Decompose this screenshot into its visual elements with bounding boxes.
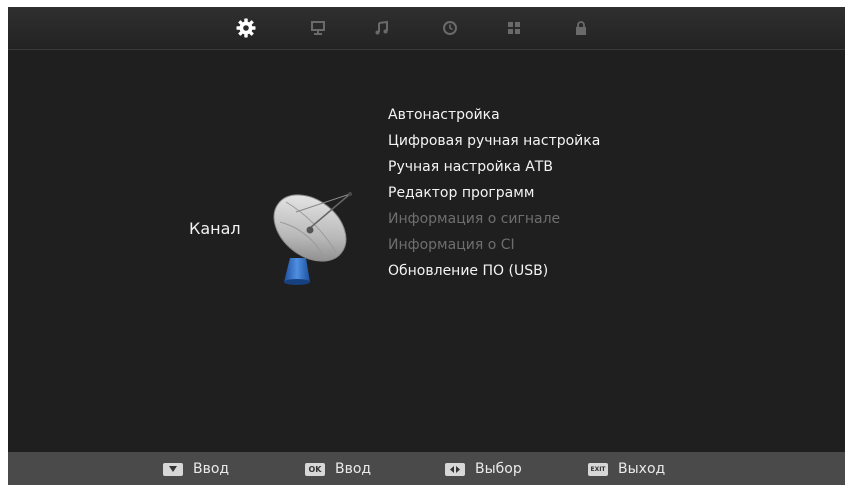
gear-icon xyxy=(236,18,256,38)
tab-time[interactable] xyxy=(438,17,462,39)
monitor-icon xyxy=(311,21,325,35)
channel-settings-menu: Автонастройка Цифровая ручная настройка … xyxy=(388,102,600,284)
tab-options[interactable] xyxy=(502,17,526,39)
tab-sound[interactable] xyxy=(370,17,394,39)
hint-label: Выбор xyxy=(475,461,522,477)
tv-menu-screen: Канал Автонастройка Цифровая ручная наст… xyxy=(8,7,845,485)
hint-label: Выход xyxy=(618,461,666,477)
hint-enter-down: Ввод xyxy=(163,459,229,479)
clock-icon xyxy=(443,21,457,35)
grid-icon xyxy=(508,22,520,34)
hint-label: Ввод xyxy=(193,461,230,477)
tab-settings[interactable] xyxy=(234,17,258,39)
music-note-icon xyxy=(375,20,388,35)
menu-item-digital-manual-tuning[interactable]: Цифровая ручная настройка xyxy=(388,128,600,154)
menu-item-signal-info: Информация о сигнале xyxy=(388,211,561,227)
hint-label: Ввод xyxy=(335,461,372,477)
hint-enter-ok: OK Ввод xyxy=(305,459,371,479)
menu-item-program-editor[interactable]: Редактор программ xyxy=(388,180,600,206)
left-right-key-icon xyxy=(445,462,465,476)
satellite-dish-icon xyxy=(273,192,352,285)
hint-select: Выбор xyxy=(445,459,522,479)
lock-icon xyxy=(576,21,586,35)
category-label: Канал xyxy=(189,219,241,238)
menu-item-atv-manual-tuning[interactable]: Ручная настройка АТВ xyxy=(388,154,600,180)
menu-item-software-update-usb[interactable]: Обновление ПО (USB) xyxy=(388,258,600,284)
key-hints-bar: Ввод OK Ввод Выбор EXIT Выход xyxy=(8,452,845,485)
down-arrow-key-icon xyxy=(163,462,183,476)
menu-item-auto-tuning[interactable]: Автонастройка xyxy=(388,102,600,128)
exit-key-icon: EXIT xyxy=(588,462,608,476)
category-tab-bar xyxy=(8,7,845,50)
ok-key-icon: OK xyxy=(305,462,325,476)
tab-picture[interactable] xyxy=(306,17,330,39)
hint-exit: EXIT Выход xyxy=(588,459,665,479)
tab-lock[interactable] xyxy=(569,17,593,39)
menu-item-ci-info: Информация о CI xyxy=(388,237,515,253)
